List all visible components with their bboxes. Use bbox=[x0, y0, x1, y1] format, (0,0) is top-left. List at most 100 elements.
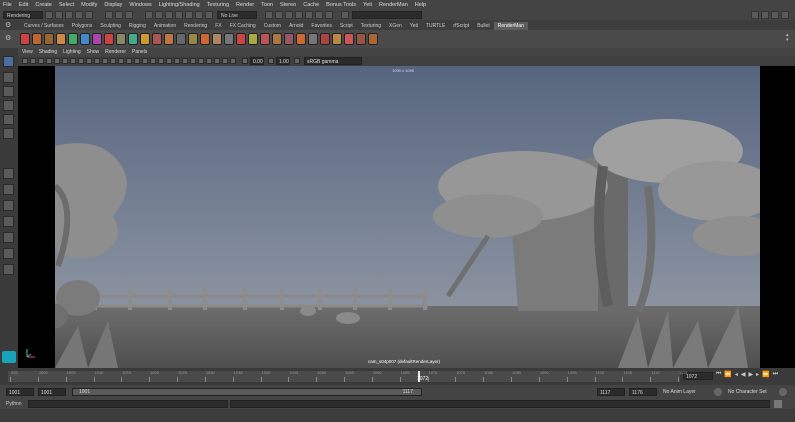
exposure-icon[interactable] bbox=[242, 58, 248, 64]
menu-item[interactable]: Render bbox=[236, 2, 254, 8]
shelf-tab[interactable]: Rigging bbox=[125, 22, 150, 30]
go-to-start-icon[interactable]: ⏮ bbox=[716, 371, 721, 381]
shelf-tab[interactable]: Favorites bbox=[307, 22, 336, 30]
color-space-dropdown[interactable]: sRGB gamma bbox=[304, 57, 362, 65]
shelf-tool-icon[interactable] bbox=[368, 33, 378, 45]
shelf-tool-icon[interactable] bbox=[80, 33, 90, 45]
menu-item[interactable]: Yeti bbox=[363, 2, 372, 8]
character-set-dropdown[interactable]: No Character Set bbox=[726, 387, 776, 396]
resolution-gate-icon[interactable] bbox=[86, 58, 92, 64]
end-time-field[interactable]: 1117 bbox=[597, 387, 625, 396]
shelf-tab[interactable]: Polygons bbox=[68, 22, 97, 30]
grease-pencil-icon[interactable] bbox=[62, 58, 68, 64]
open-scene-icon[interactable] bbox=[55, 10, 63, 19]
wireframe-icon[interactable] bbox=[126, 58, 132, 64]
gamma-field[interactable]: 1.00 bbox=[276, 57, 290, 65]
menu-item[interactable]: Create bbox=[35, 2, 52, 8]
four-pane-icon[interactable] bbox=[3, 184, 14, 195]
shelf-tool-icon[interactable] bbox=[200, 33, 210, 45]
gate-mask-icon[interactable] bbox=[94, 58, 100, 64]
shelf-tool-icon[interactable] bbox=[296, 33, 306, 45]
textured-icon[interactable] bbox=[150, 58, 156, 64]
shelf-tool-icon[interactable] bbox=[116, 33, 126, 45]
grid-icon[interactable] bbox=[70, 58, 76, 64]
step-forward-key-icon[interactable]: ⏩ bbox=[762, 371, 769, 381]
step-forward-frame-icon[interactable]: ▸ bbox=[756, 371, 759, 381]
film-gate-icon[interactable] bbox=[78, 58, 84, 64]
sphere-icon[interactable] bbox=[325, 10, 333, 19]
snap-point-icon[interactable] bbox=[165, 10, 173, 19]
select-object-icon[interactable] bbox=[115, 10, 123, 19]
isolate-icon[interactable] bbox=[206, 58, 212, 64]
shelf-tab[interactable]: XGen bbox=[385, 22, 406, 30]
shelf-tool-icon[interactable] bbox=[320, 33, 330, 45]
command-input[interactable] bbox=[28, 399, 228, 408]
anim-layer-dropdown[interactable]: No Anim Layer bbox=[661, 387, 711, 396]
snap-surface-icon[interactable] bbox=[185, 10, 193, 19]
snap-grid-icon[interactable] bbox=[145, 10, 153, 19]
menuset-dropdown[interactable]: Rendering bbox=[3, 10, 43, 19]
time-slider[interactable]: 1072 1072 ⏮ ⏪ ◂ ◀ ▶ ▸ ⏩ ⏭ 995 1000 1005 101… bbox=[0, 368, 795, 385]
menu-item[interactable]: Texturing bbox=[207, 2, 229, 8]
render-icon[interactable] bbox=[265, 10, 273, 19]
shelf-tab[interactable]: Curves / Surfaces bbox=[20, 22, 68, 30]
shelf-tool-icon[interactable] bbox=[188, 33, 198, 45]
shelf-tool-icon[interactable] bbox=[104, 33, 114, 45]
shelf-tab[interactable]: FX bbox=[211, 22, 225, 30]
panel-menu-item[interactable]: Lighting bbox=[63, 49, 81, 55]
rotate-tool-icon[interactable] bbox=[3, 114, 14, 125]
menu-item[interactable]: Stereo bbox=[280, 2, 296, 8]
image-plane-icon[interactable] bbox=[46, 58, 52, 64]
menu-item[interactable]: Lighting/Shading bbox=[159, 2, 200, 8]
anim-end-field[interactable]: 1176 bbox=[629, 387, 657, 396]
hypershade-icon[interactable] bbox=[295, 10, 303, 19]
shelf-tab[interactable]: Animation bbox=[150, 22, 180, 30]
2d-pan-icon[interactable] bbox=[54, 58, 60, 64]
paint-select-icon[interactable] bbox=[3, 86, 14, 97]
globe-icon[interactable] bbox=[315, 10, 323, 19]
panel-toggle-icon-3[interactable] bbox=[771, 10, 779, 19]
shelf-tool-icon[interactable] bbox=[92, 33, 102, 45]
safe-action-icon[interactable] bbox=[110, 58, 116, 64]
menu-item[interactable]: Modify bbox=[81, 2, 97, 8]
command-search-field[interactable] bbox=[352, 10, 422, 19]
menu-item[interactable]: Cache bbox=[303, 2, 319, 8]
panel-menu-item[interactable]: Show bbox=[87, 49, 100, 55]
menu-item[interactable]: Edit bbox=[19, 2, 28, 8]
ipr-render-icon[interactable] bbox=[275, 10, 283, 19]
dof-icon[interactable] bbox=[198, 58, 204, 64]
color-management-icon[interactable] bbox=[294, 58, 300, 64]
shelf-tool-icon[interactable] bbox=[152, 33, 162, 45]
shelf-tool-icon[interactable] bbox=[356, 33, 366, 45]
save-scene-icon[interactable] bbox=[65, 10, 73, 19]
snap-view-icon[interactable] bbox=[175, 10, 183, 19]
shelf-tab[interactable]: Sculpting bbox=[96, 22, 125, 30]
shelf-tool-icon[interactable] bbox=[68, 33, 78, 45]
shelf-tab[interactable]: Script bbox=[336, 22, 357, 30]
single-pane-icon[interactable] bbox=[3, 168, 14, 179]
xray-joints-icon[interactable] bbox=[222, 58, 228, 64]
shelf-settings-icon[interactable]: ⚙ bbox=[5, 22, 13, 29]
motion-blur-icon[interactable] bbox=[182, 58, 188, 64]
panel-menu-item[interactable]: Renderer bbox=[105, 49, 126, 55]
go-to-end-icon[interactable]: ⏭ bbox=[773, 371, 778, 381]
shelf-tool-icon[interactable] bbox=[32, 33, 42, 45]
play-forward-icon[interactable]: ▶ bbox=[749, 371, 754, 381]
shelf-tab[interactable]: RenderMan bbox=[493, 22, 528, 30]
panel-toggle-icon[interactable] bbox=[751, 10, 759, 19]
default-material-icon[interactable] bbox=[142, 58, 148, 64]
shelf-tool-icon[interactable] bbox=[140, 33, 150, 45]
script-layout-icon[interactable] bbox=[3, 264, 14, 275]
anti-alias-icon[interactable] bbox=[190, 58, 196, 64]
bookmark-icon[interactable] bbox=[38, 58, 44, 64]
shelf-tab[interactable]: Custom bbox=[260, 22, 285, 30]
shelf-menu-icon[interactable]: ▴ ▾ bbox=[786, 33, 792, 45]
script-editor-icon[interactable] bbox=[774, 399, 782, 408]
shelf-tool-icon[interactable] bbox=[56, 33, 66, 45]
shelf-tool-icon[interactable] bbox=[308, 33, 318, 45]
field-chart-icon[interactable] bbox=[102, 58, 108, 64]
shelf-tool-icon[interactable] bbox=[212, 33, 222, 45]
play-back-icon[interactable]: ◀ bbox=[741, 371, 746, 381]
shelf-tool-icon[interactable] bbox=[344, 33, 354, 45]
menu-item[interactable]: Display bbox=[104, 2, 122, 8]
